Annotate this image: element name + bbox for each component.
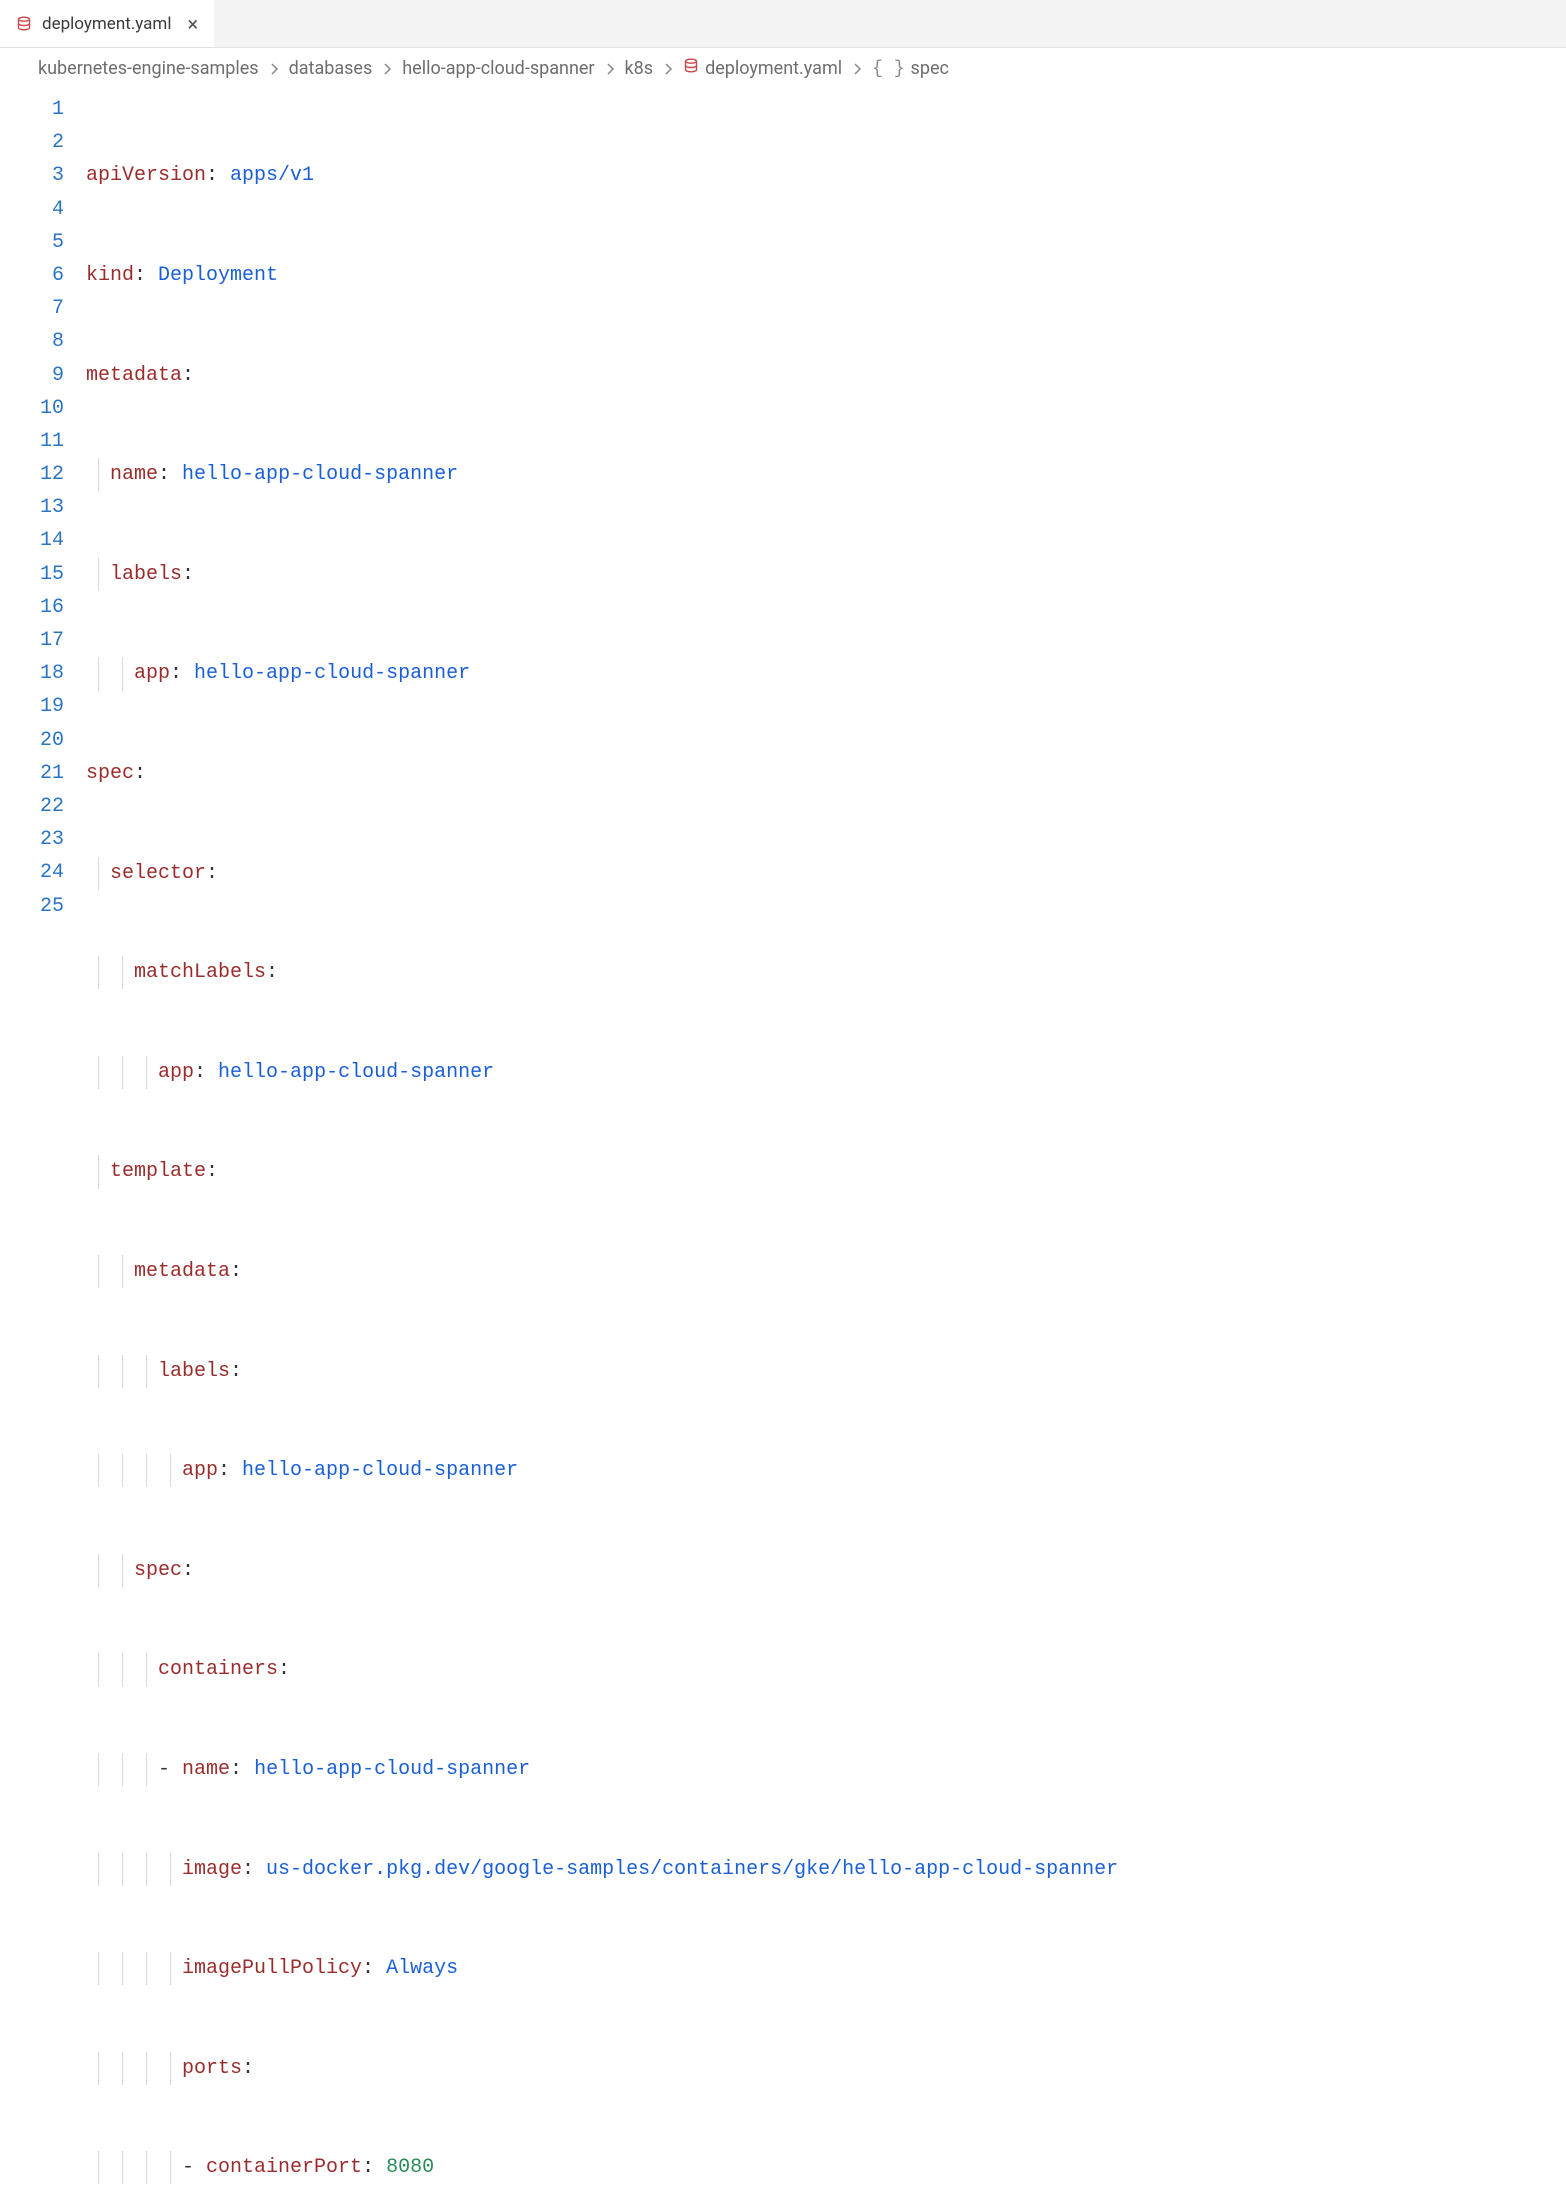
line-number: 21	[12, 757, 64, 790]
tab-label: deployment.yaml	[42, 14, 171, 34]
code-line[interactable]: spec:	[86, 1554, 1566, 1587]
line-number: 22	[12, 790, 64, 823]
line-number: 11	[12, 425, 64, 458]
code-line[interactable]: labels:	[86, 1355, 1566, 1388]
line-number: 1	[12, 93, 64, 126]
code-line[interactable]: ports:	[86, 2052, 1566, 2085]
line-number: 9	[12, 359, 64, 392]
braces-icon: { }	[872, 59, 904, 79]
close-icon[interactable]: ×	[187, 14, 198, 34]
tab-bar: deployment.yaml ×	[0, 0, 1566, 48]
code-line[interactable]: matchLabels:	[86, 956, 1566, 989]
code-line[interactable]: imagePullPolicy: Always	[86, 1952, 1566, 1985]
tab-active[interactable]: deployment.yaml ×	[0, 0, 214, 47]
breadcrumb-item[interactable]: databases	[289, 58, 373, 79]
code-line[interactable]: metadata:	[86, 1255, 1566, 1288]
chevron-right-icon	[605, 63, 615, 75]
code-line[interactable]: template:	[86, 1155, 1566, 1188]
code-area[interactable]: apiVersion: apps/v1 kind: Deployment met…	[86, 93, 1566, 2188]
code-line[interactable]: image: us-docker.pkg.dev/google-samples/…	[86, 1853, 1566, 1886]
line-number: 18	[12, 657, 64, 690]
line-number: 14	[12, 524, 64, 557]
chevron-right-icon	[269, 63, 279, 75]
line-number: 23	[12, 823, 64, 856]
chevron-right-icon	[663, 63, 673, 75]
code-line[interactable]: selector:	[86, 857, 1566, 890]
line-number: 12	[12, 458, 64, 491]
line-number: 13	[12, 491, 64, 524]
line-number: 6	[12, 259, 64, 292]
code-line[interactable]: app: hello-app-cloud-spanner	[86, 657, 1566, 690]
line-number: 5	[12, 226, 64, 259]
code-line[interactable]: kind: Deployment	[86, 259, 1566, 292]
breadcrumb-item[interactable]: hello-app-cloud-spanner	[402, 58, 594, 79]
chevron-right-icon	[382, 63, 392, 75]
code-line[interactable]: containers:	[86, 1653, 1566, 1686]
chevron-right-icon	[852, 63, 862, 75]
line-number: 16	[12, 591, 64, 624]
line-number: 3	[12, 159, 64, 192]
line-number: 2	[12, 126, 64, 159]
breadcrumb-item[interactable]: kubernetes-engine-samples	[38, 58, 259, 79]
code-line[interactable]: app: hello-app-cloud-spanner	[86, 1056, 1566, 1089]
line-number: 17	[12, 624, 64, 657]
code-line[interactable]: app: hello-app-cloud-spanner	[86, 1454, 1566, 1487]
code-line[interactable]: - name: hello-app-cloud-spanner	[86, 1753, 1566, 1786]
line-number: 20	[12, 724, 64, 757]
line-number: 19	[12, 690, 64, 723]
breadcrumb-item[interactable]: { } spec	[872, 58, 949, 79]
line-number: 25	[12, 890, 64, 923]
database-icon	[683, 58, 699, 79]
breadcrumb-item[interactable]: deployment.yaml	[683, 58, 842, 79]
code-line[interactable]: spec:	[86, 757, 1566, 790]
breadcrumb: kubernetes-engine-samples databases hell…	[0, 48, 1566, 89]
line-number: 24	[12, 856, 64, 889]
database-icon	[16, 16, 32, 32]
code-line[interactable]: metadata:	[86, 359, 1566, 392]
line-number-gutter: 1 2 3 4 5 6 7 8 9 10 11 12 13 14 15 16 1…	[0, 93, 86, 2188]
code-line[interactable]: - containerPort: 8080	[86, 2151, 1566, 2184]
line-number: 8	[12, 325, 64, 358]
line-number: 4	[12, 193, 64, 226]
code-line[interactable]: name: hello-app-cloud-spanner	[86, 458, 1566, 491]
line-number: 10	[12, 392, 64, 425]
code-line[interactable]: apiVersion: apps/v1	[86, 159, 1566, 192]
editor[interactable]: 1 2 3 4 5 6 7 8 9 10 11 12 13 14 15 16 1…	[0, 89, 1566, 2188]
line-number: 15	[12, 558, 64, 591]
line-number: 7	[12, 292, 64, 325]
code-line[interactable]: labels:	[86, 558, 1566, 591]
breadcrumb-item[interactable]: k8s	[625, 58, 654, 79]
